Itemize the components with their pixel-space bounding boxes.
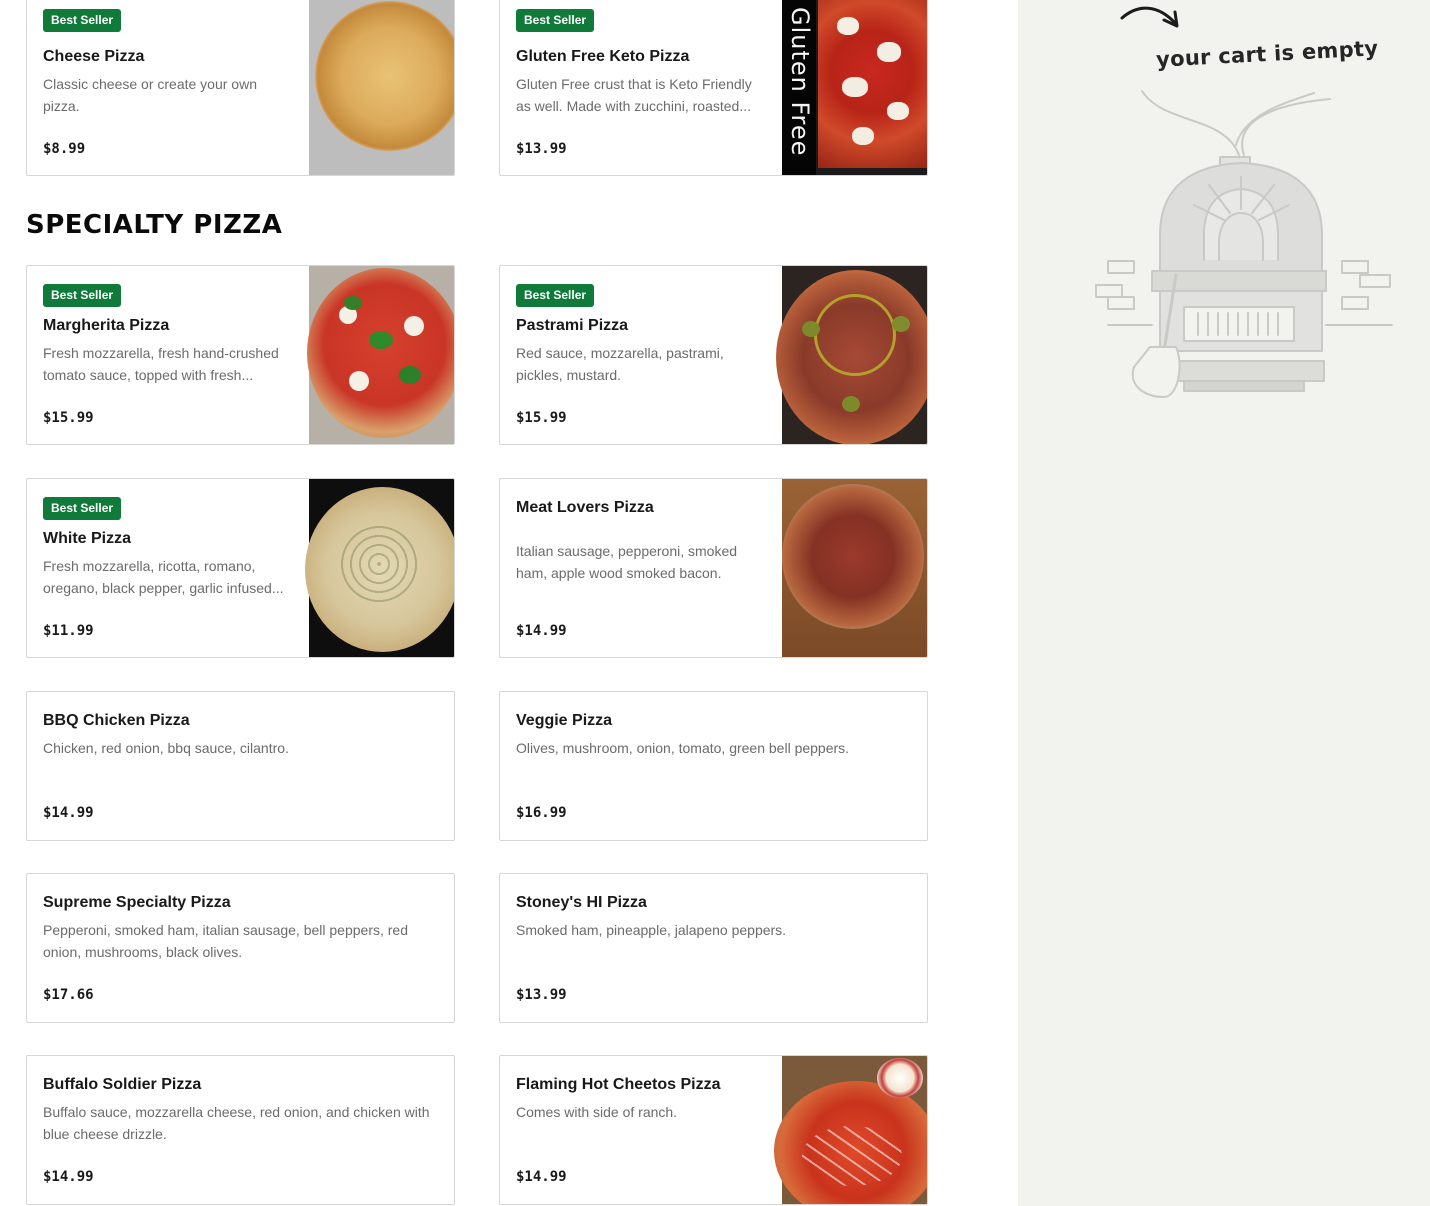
white-pizza-photo (305, 479, 454, 657)
menu-item-body: Best Seller Margherita Pizza Fresh mozza… (43, 266, 294, 444)
menu-item-price: $15.99 (516, 410, 567, 426)
menu-item-card[interactable]: Supreme Specialty Pizza Pepperoni, smoke… (26, 873, 455, 1023)
arrow-icon (1120, 6, 1179, 28)
menu-item-name: Margherita Pizza (43, 317, 170, 334)
menu-item-body: Veggie Pizza Olives, mushroom, onion, to… (516, 692, 911, 840)
menu-item-description: Fresh mozzarella, ricotta, romano, orega… (43, 558, 284, 596)
pizza-oven-illustration (1095, 90, 1393, 398)
menu-item-card[interactable]: BBQ Chicken Pizza Chicken, red onion, bb… (26, 691, 455, 841)
margherita-pizza-photo (307, 266, 454, 444)
menu-item-description: Smoked ham, pineapple, jalapeno peppers. (516, 922, 787, 938)
menu-item-body: Best Seller Cheese Pizza Classic cheese … (43, 0, 294, 175)
menu-item-card[interactable]: Best Seller Pastrami Pizza Red sauce, mo… (499, 265, 928, 445)
menu-item-description: Italian sausage, pepperoni, smoked ham, … (516, 543, 738, 581)
menu-item-name: Pastrami Pizza (516, 317, 629, 334)
menu-item-description: Red sauce, mozzarella, pastrami, pickles… (516, 345, 724, 383)
menu-item-description: Comes with side of ranch. (516, 1104, 678, 1120)
menu-item-body: Flaming Hot Cheetos Pizza Comes with sid… (516, 1056, 767, 1204)
menu-item-name: BBQ Chicken Pizza (43, 712, 190, 729)
menu-item-card[interactable]: Best Seller White Pizza Fresh mozzarella… (26, 478, 455, 658)
menu-list: Best Seller Cheese Pizza Classic cheese … (0, 0, 1018, 1206)
menu-item-card[interactable]: Flaming Hot Cheetos Pizza Comes with sid… (499, 1055, 928, 1205)
menu-item-card[interactable]: Best Seller Gluten Free Keto Pizza Glute… (499, 0, 928, 176)
meat-lovers-pizza-photo (782, 479, 927, 657)
menu-item-body: Best Seller Gluten Free Keto Pizza Glute… (516, 0, 767, 175)
menu-item-price: $16.99 (516, 805, 567, 821)
menu-item-body: Buffalo Soldier Pizza Buffalo sauce, moz… (43, 1056, 438, 1204)
pastrami-pizza-photo (776, 266, 927, 444)
gluten-free-photo-text: Gluten Free (786, 7, 814, 157)
menu-item-description: Fresh mozzarella, fresh hand-crushed tom… (43, 345, 279, 383)
cheese-pizza-photo (309, 0, 454, 175)
menu-item-body: Meat Lovers Pizza Italian sausage, peppe… (516, 479, 767, 657)
best-seller-badge: Best Seller (516, 284, 595, 307)
menu-item-card[interactable]: Best Seller Cheese Pizza Classic cheese … (26, 0, 455, 176)
menu-item-name: Cheese Pizza (43, 48, 145, 65)
menu-item-price: $14.99 (43, 1169, 94, 1185)
menu-item-name: Gluten Free Keto Pizza (516, 48, 690, 65)
menu-item-price: $14.99 (516, 1169, 567, 1185)
menu-item-description: Chicken, red onion, bbq sauce, cilantro. (43, 740, 289, 756)
section-title: SPECIALTY PIZZA (26, 210, 283, 240)
flaming-hot-cheetos-pizza-photo (774, 1056, 927, 1204)
menu-item-description: Gluten Free crust that is Keto Friendly … (516, 76, 752, 114)
menu-item-price: $14.99 (43, 805, 94, 821)
menu-item-description: Olives, mushroom, onion, tomato, green b… (516, 740, 850, 756)
menu-item-price: $8.99 (43, 141, 86, 157)
best-seller-badge: Best Seller (43, 284, 122, 307)
menu-item-description: Classic cheese or create your own pizza. (43, 76, 257, 114)
menu-item-name: Veggie Pizza (516, 712, 613, 729)
menu-item-price: $14.99 (516, 623, 567, 639)
menu-item-body: BBQ Chicken Pizza Chicken, red onion, bb… (43, 692, 438, 840)
menu-item-card[interactable]: Best Seller Margherita Pizza Fresh mozza… (26, 265, 455, 445)
menu-item-body: Best Seller Pastrami Pizza Red sauce, mo… (516, 266, 767, 444)
menu-item-price: $15.99 (43, 410, 94, 426)
cart-panel: your cart is empty (1018, 0, 1430, 1206)
best-seller-badge: Best Seller (516, 9, 595, 32)
best-seller-badge: Best Seller (43, 497, 122, 520)
best-seller-badge: Best Seller (43, 9, 122, 32)
menu-item-name: Stoney's HI Pizza (516, 894, 647, 911)
cart-empty-text: your cart is empty (1155, 36, 1379, 72)
menu-item-name: Buffalo Soldier Pizza (43, 1076, 202, 1093)
menu-item-name: Supreme Specialty Pizza (43, 894, 231, 911)
menu-item-card[interactable]: Veggie Pizza Olives, mushroom, onion, to… (499, 691, 928, 841)
menu-item-price: $13.99 (516, 141, 567, 157)
menu-item-description: Buffalo sauce, mozzarella cheese, red on… (43, 1104, 430, 1142)
menu-item-price: $17.66 (43, 987, 94, 1003)
menu-item-description: Pepperoni, smoked ham, italian sausage, … (43, 922, 408, 960)
menu-item-price: $11.99 (43, 623, 94, 639)
menu-item-body: Supreme Specialty Pizza Pepperoni, smoke… (43, 874, 438, 1022)
menu-item-card[interactable]: Stoney's HI Pizza Smoked ham, pineapple,… (499, 873, 928, 1023)
menu-item-price: $13.99 (516, 987, 567, 1003)
menu-item-name: Flaming Hot Cheetos Pizza (516, 1076, 721, 1093)
menu-item-card[interactable]: Meat Lovers Pizza Italian sausage, peppe… (499, 478, 928, 658)
gluten-free-pizza-photo: Gluten Free (782, 0, 927, 175)
menu-item-card[interactable]: Buffalo Soldier Pizza Buffalo sauce, moz… (26, 1055, 455, 1205)
menu-item-name: White Pizza (43, 530, 132, 547)
menu-item-body: Best Seller White Pizza Fresh mozzarella… (43, 479, 294, 657)
menu-item-name: Meat Lovers Pizza (516, 499, 654, 516)
menu-item-body: Stoney's HI Pizza Smoked ham, pineapple,… (516, 874, 911, 1022)
